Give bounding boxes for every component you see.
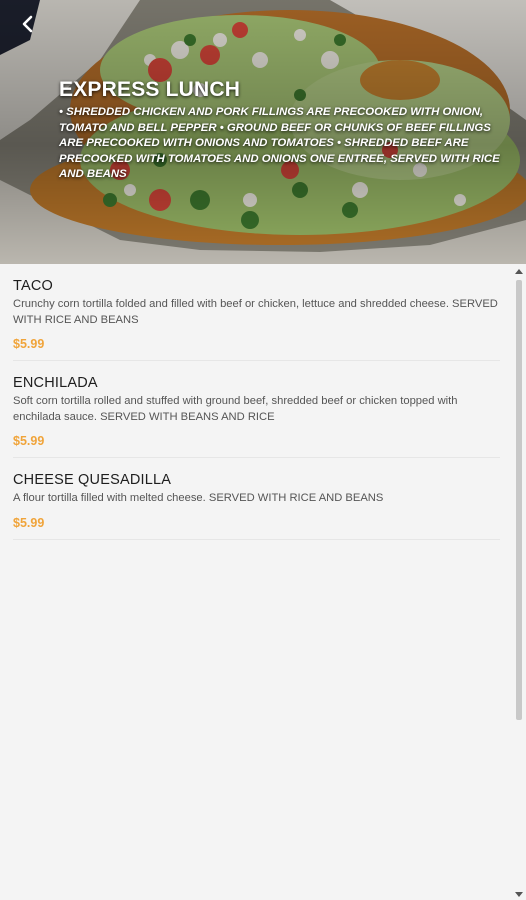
app-root: EXPRESS LUNCH • SHREDDED CHICKEN AND POR…	[0, 0, 526, 900]
menu-item-cheese-quesadilla[interactable]: CHEESE QUESADILLA A flour tortilla fille…	[13, 458, 500, 540]
menu-item-name: CHEESE QUESADILLA	[13, 472, 172, 488]
menu-item-description: Soft corn tortilla rolled and stuffed wi…	[13, 395, 458, 423]
page-description: • SHREDDED CHICKEN AND PORK FILLINGS ARE…	[59, 106, 500, 180]
back-button[interactable]	[8, 6, 48, 42]
menu-item-enchilada[interactable]: ENCHILADA Soft corn tortilla rolled and …	[13, 361, 500, 458]
menu-item-description: Crunchy corn tortilla folded and filled …	[13, 298, 498, 326]
header-banner: EXPRESS LUNCH • SHREDDED CHICKEN AND POR…	[0, 0, 526, 264]
menu-item-name: TACO	[13, 278, 54, 294]
menu-item-price: $5.99	[13, 434, 45, 448]
scrollbar-thumb[interactable]	[516, 280, 522, 720]
header-text: EXPRESS LUNCH • SHREDDED CHICKEN AND POR…	[59, 78, 514, 183]
scrollbar[interactable]	[512, 264, 526, 900]
chevron-left-icon	[22, 15, 33, 33]
menu-item-description: A flour tortilla filled with melted chee…	[13, 492, 384, 504]
scroll-up-arrow-icon[interactable]	[515, 269, 523, 274]
menu-item-taco[interactable]: TACO Crunchy corn tortilla folded and fi…	[13, 264, 500, 361]
menu-item-price: $5.99	[13, 515, 45, 530]
menu-list: TACO Crunchy corn tortilla folded and fi…	[0, 264, 512, 900]
menu-item-name: ENCHILADA	[13, 375, 98, 391]
menu-item-price: $5.99	[13, 337, 45, 351]
page-title: EXPRESS LUNCH	[59, 78, 241, 101]
scroll-down-arrow-icon[interactable]	[515, 892, 523, 897]
